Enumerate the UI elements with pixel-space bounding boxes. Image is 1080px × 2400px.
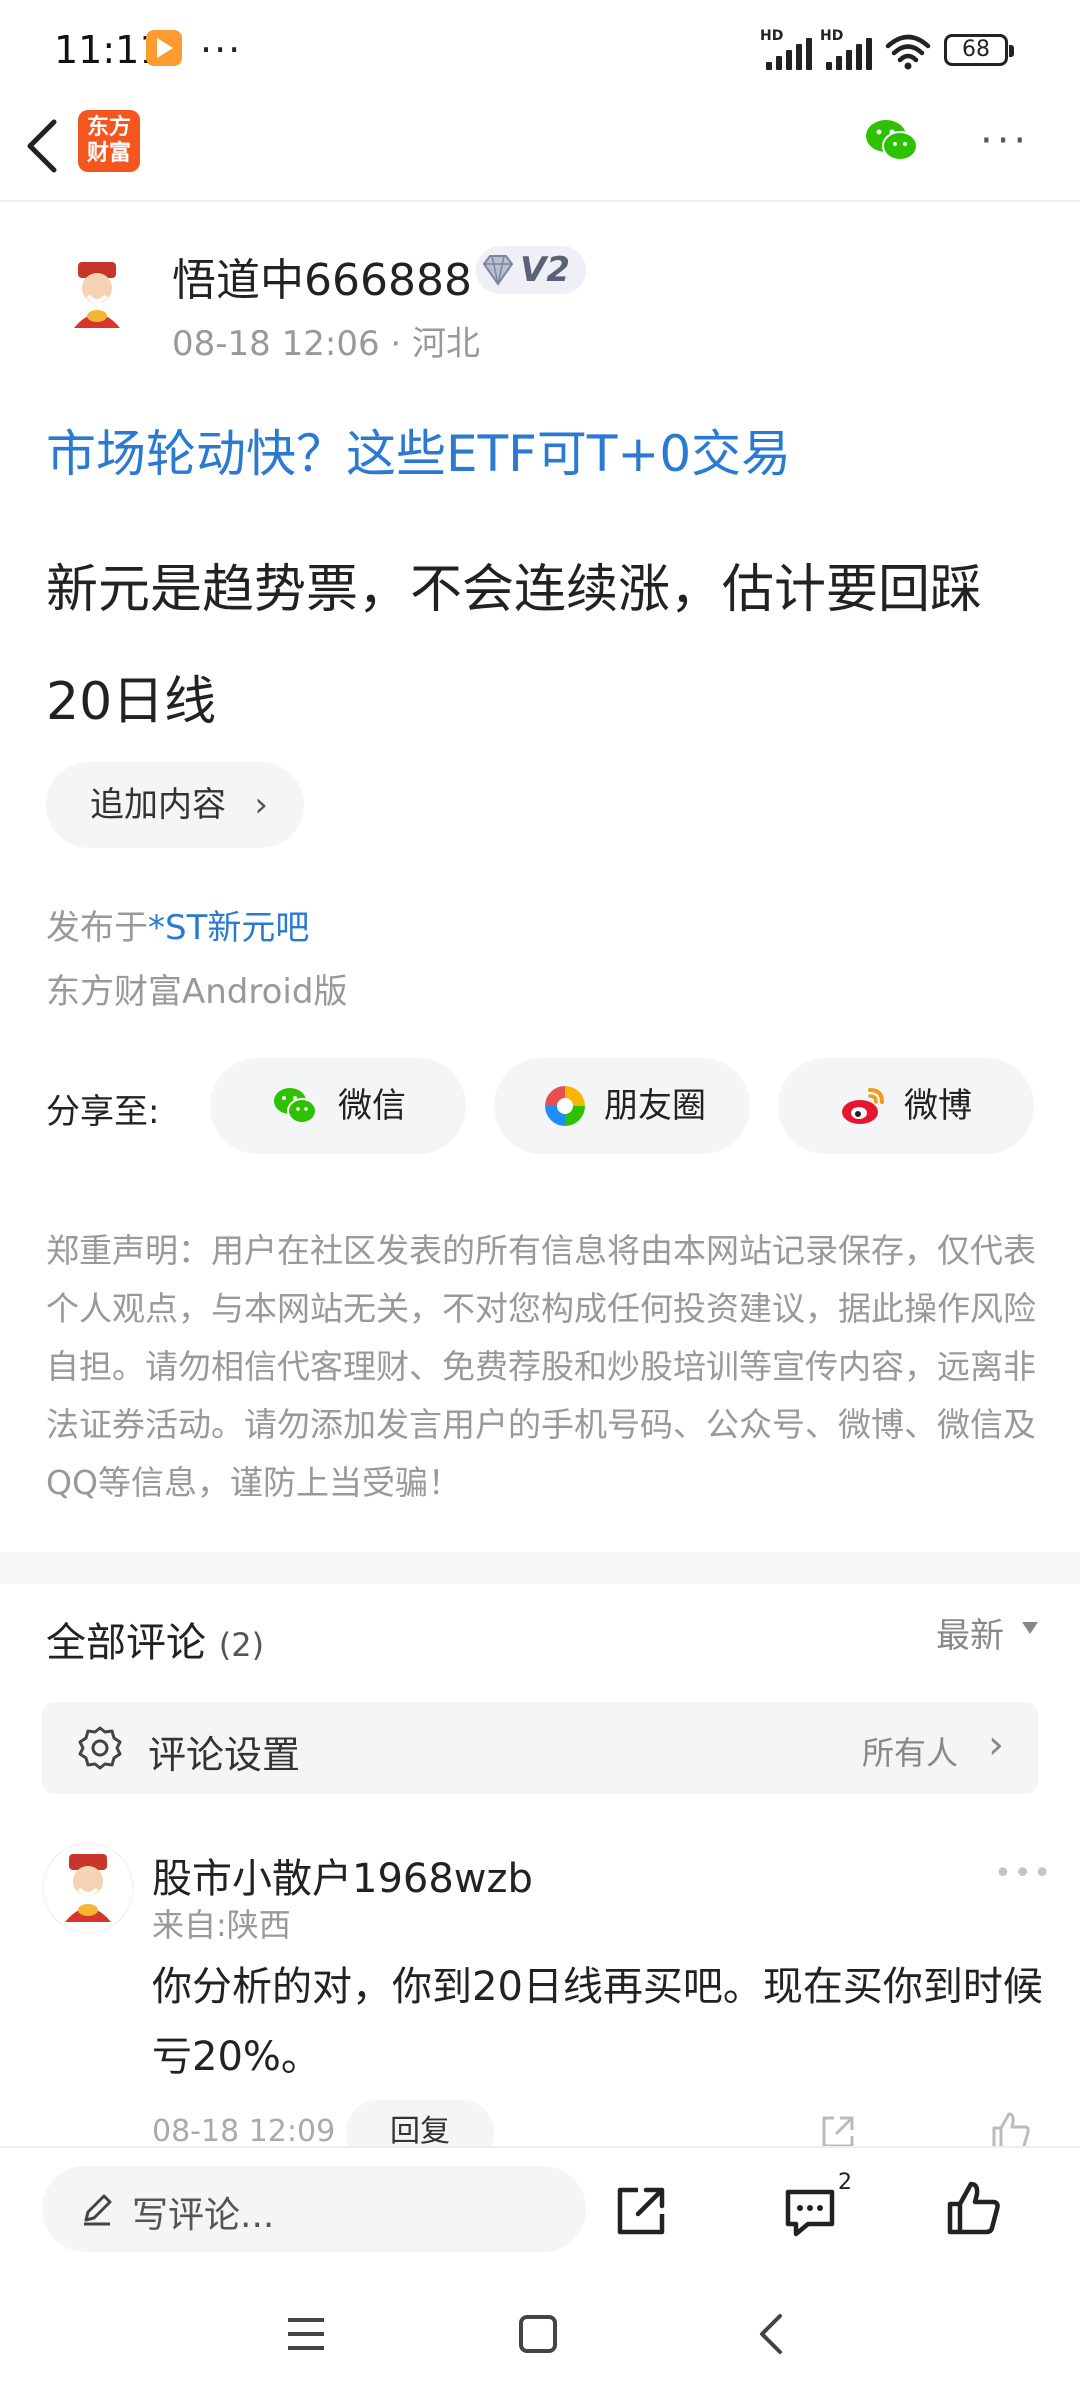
comment-more-icon[interactable]: ••• [994, 1856, 1053, 1891]
share-weibo-label: 微博 [904, 1086, 972, 1126]
video-app-icon [146, 30, 182, 66]
diamond-icon [482, 255, 514, 286]
post-title-link[interactable]: 市场轮动快？这些ETF可T+0交易 [46, 414, 791, 486]
write-comment-placeholder: 写评论... [132, 2195, 275, 2236]
weibo-icon [842, 1088, 884, 1124]
status-overflow-icon: ··· [200, 28, 243, 72]
disclaimer-text: 郑重声明：用户在社区发表的所有信息将由本网站记录保存，仅代表个人观点，与本网站无… [46, 1231, 1036, 1502]
author-name[interactable]: 悟道中666888 [172, 244, 472, 308]
post-meta: 08-18 12:06 · 河北 [172, 324, 481, 364]
level-badge: V2 [476, 246, 586, 294]
level-badge-text: V2 [520, 250, 570, 290]
comment-icon[interactable] [782, 2186, 838, 2238]
commenter-avatar[interactable] [42, 1842, 134, 1934]
write-comment-input[interactable]: 写评论... [42, 2166, 586, 2252]
comment-settings-value: 所有人 [861, 1734, 958, 1772]
share-icon[interactable] [614, 2184, 670, 2238]
client-source: 东方财富Android版 [46, 972, 348, 1012]
logo-line-2: 财富 [86, 141, 131, 166]
comments-title: 全部评论 [46, 1620, 206, 1666]
logo-line-1: 东方 [86, 115, 131, 140]
chevron-right-icon: › [254, 785, 268, 825]
section-divider [0, 1552, 1080, 1584]
menu-icon[interactable] [286, 2316, 326, 2352]
author-avatar[interactable] [52, 250, 142, 340]
sort-dropdown[interactable]: 最新 [936, 1608, 1038, 1657]
comment-text: 你分析的对，你到20日线再买吧。现在买你到时候亏20%。 [152, 1964, 1043, 2080]
chevron-right-icon: › [988, 1722, 1004, 1768]
back-arrow-icon[interactable] [20, 116, 70, 176]
home-icon[interactable] [518, 2314, 558, 2354]
back-icon[interactable] [756, 2312, 786, 2356]
wechat-icon [274, 1088, 317, 1124]
wifi-icon [885, 34, 931, 70]
commenter-name[interactable]: 股市小散户1968wzb [152, 1846, 533, 1904]
comment-settings-label: 评论设置 [148, 1733, 301, 1777]
pencil-icon [84, 2194, 112, 2226]
comment-settings-row[interactable]: 评论设置 所有人 › [42, 1702, 1038, 1794]
share-wechat-label: 微信 [338, 1086, 406, 1126]
share-wechat-button[interactable]: 微信 [210, 1058, 466, 1154]
append-content-label: 追加内容 [90, 785, 226, 825]
status-bar: 11:11 ··· HD HD 68 [0, 0, 1080, 100]
comments-heading: 全部评论 (2) [46, 1610, 264, 1668]
signal-2-icon: HD [820, 28, 874, 70]
share-weibo-button[interactable]: 微博 [778, 1058, 1034, 1154]
more-options-icon[interactable]: ··· [980, 118, 1030, 164]
board-link[interactable]: *ST新元吧 [148, 908, 309, 948]
like-icon[interactable] [946, 2180, 1002, 2236]
eastmoney-logo: 东方 财富 [78, 110, 140, 172]
published-prefix: 发布于 [46, 908, 148, 948]
signal-1-icon: HD [760, 28, 814, 70]
share-moments-button[interactable]: 朋友圈 [494, 1058, 750, 1154]
moments-icon [545, 1086, 585, 1126]
share-label: 分享至: [46, 1092, 160, 1132]
post-content: 新元是趋势票，不会连续涨，估计要回踩20日线 [46, 560, 983, 732]
published-in: 发布于*ST新元吧 [46, 900, 309, 949]
wechat-share-icon[interactable] [864, 116, 920, 166]
append-content-button[interactable]: 追加内容 › [46, 762, 304, 848]
battery-indicator: 68 [944, 34, 1014, 66]
share-moments-label: 朋友圈 [604, 1086, 706, 1126]
commenter-location: 来自:陕西 [152, 1906, 291, 1944]
gear-icon [78, 1726, 122, 1770]
comments-count: (2) [218, 1626, 265, 1664]
comment-time: 08-18 12:09 [152, 2114, 336, 2149]
comment-count-badge: 2 [838, 2170, 852, 2195]
